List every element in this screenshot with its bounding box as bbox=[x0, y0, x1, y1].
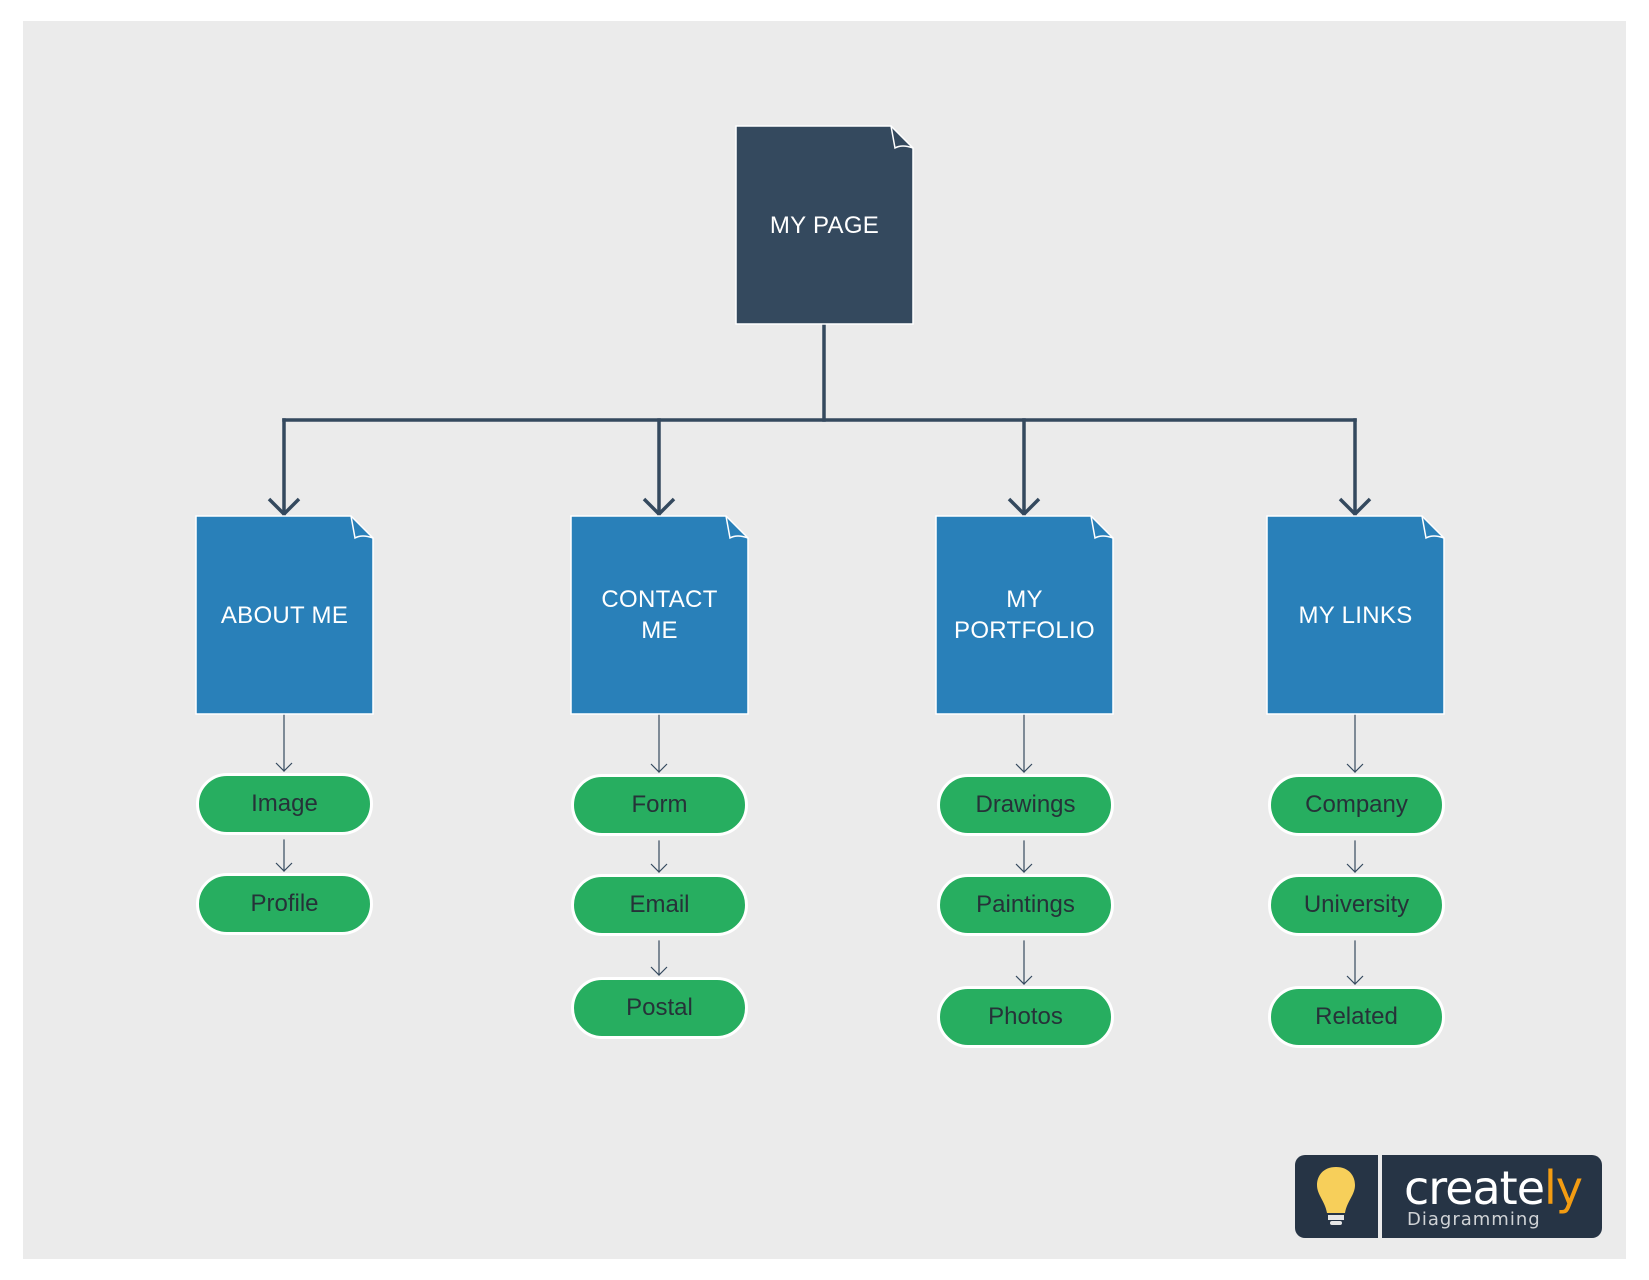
section-about-me[interactable]: ABOUT ME bbox=[195, 515, 374, 715]
item-related[interactable]: Related bbox=[1268, 986, 1445, 1048]
root-page-label: MY PAGE bbox=[769, 211, 880, 239]
logo-icon-tile bbox=[1295, 1155, 1378, 1238]
section-label: ABOUT ME bbox=[220, 601, 349, 629]
root-page-node[interactable]: MY PAGE bbox=[735, 125, 914, 325]
item-email[interactable]: Email bbox=[571, 874, 748, 936]
section-label: CONTACT ME bbox=[601, 586, 718, 644]
logo-brand-main: create bbox=[1404, 1161, 1545, 1215]
item-paintings[interactable]: Paintings bbox=[937, 874, 1114, 936]
item-drawings[interactable]: Drawings bbox=[937, 774, 1114, 836]
section-label: MY LINKS bbox=[1298, 601, 1413, 629]
section-my-links[interactable]: MY LINKS bbox=[1266, 515, 1445, 715]
item-photos[interactable]: Photos bbox=[937, 986, 1114, 1048]
logo-brand: creately bbox=[1404, 1161, 1583, 1215]
logo-brand-accent: ly bbox=[1544, 1161, 1583, 1215]
item-company[interactable]: Company bbox=[1268, 774, 1445, 836]
logo-wordmark: creately Diagramming bbox=[1382, 1155, 1602, 1238]
section-label: MY PORTFOLIO bbox=[954, 586, 1095, 644]
logo-tagline: Diagramming bbox=[1407, 1209, 1541, 1230]
section-contact-me[interactable]: CONTACT ME bbox=[570, 515, 749, 715]
lightbulb-icon bbox=[1317, 1167, 1355, 1225]
item-profile[interactable]: Profile bbox=[196, 873, 373, 935]
item-form[interactable]: Form bbox=[571, 774, 748, 836]
section-my-portfolio[interactable]: MY PORTFOLIO bbox=[935, 515, 1114, 715]
item-university[interactable]: University bbox=[1268, 874, 1445, 936]
item-postal[interactable]: Postal bbox=[571, 977, 748, 1039]
creately-logo: creately Diagramming bbox=[1295, 1155, 1602, 1238]
item-image[interactable]: Image bbox=[196, 773, 373, 835]
